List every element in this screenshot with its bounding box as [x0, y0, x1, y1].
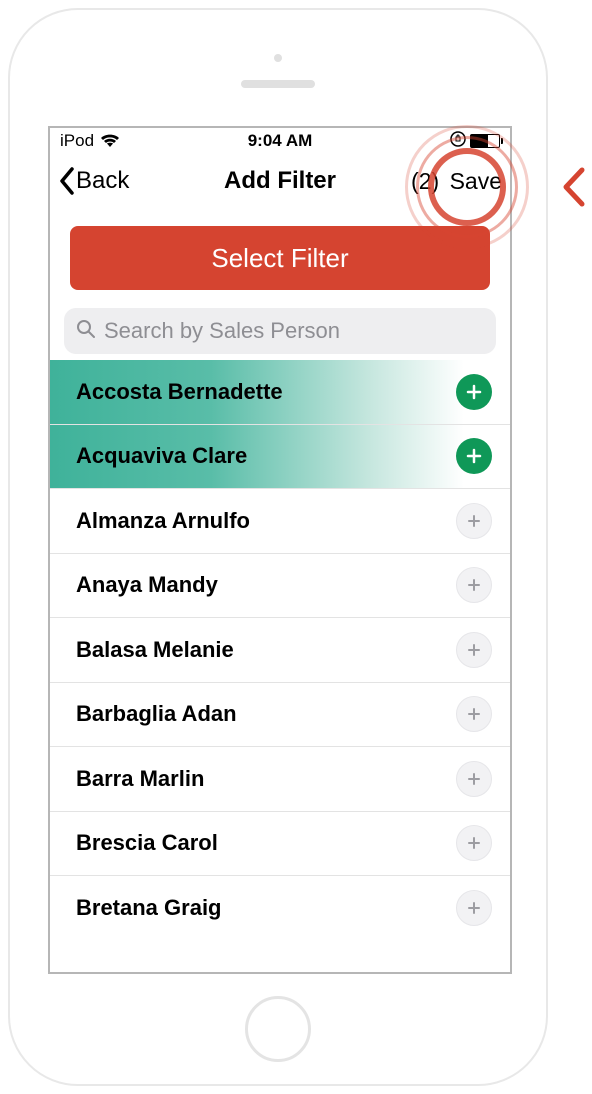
person-name: Balasa Melanie — [76, 637, 234, 663]
search-field[interactable] — [64, 308, 496, 354]
list-item[interactable]: Balasa Melanie — [50, 618, 510, 683]
battery-level — [471, 135, 488, 147]
plus-icon — [466, 835, 482, 851]
speaker-slot — [241, 80, 315, 88]
nav-bar: Back Add Filter (2) Save — [50, 154, 510, 208]
add-person-button[interactable] — [456, 761, 492, 797]
person-name: Almanza Arnulfo — [76, 508, 250, 534]
selected-count: (2) — [411, 168, 439, 195]
people-list: Accosta Bernadette Acquaviva Clare Alman… — [50, 360, 510, 941]
person-name: Acquaviva Clare — [76, 443, 247, 469]
chevron-left-icon — [58, 167, 76, 195]
page-title: Add Filter — [224, 167, 336, 195]
battery-icon — [470, 134, 500, 148]
search-icon — [76, 319, 96, 344]
list-item[interactable]: Barra Marlin — [50, 747, 510, 812]
person-name: Accosta Bernadette — [76, 379, 283, 405]
speaker-dot — [274, 54, 282, 62]
person-name: Barra Marlin — [76, 766, 204, 792]
person-name: Barbaglia Adan — [76, 701, 237, 727]
list-item[interactable]: Accosta Bernadette — [50, 360, 510, 425]
plus-icon — [466, 448, 482, 464]
plus-icon — [466, 384, 482, 400]
plus-icon — [466, 900, 482, 916]
select-filter-button[interactable]: Select Filter — [70, 226, 490, 290]
plus-icon — [466, 771, 482, 787]
add-person-button[interactable] — [456, 503, 492, 539]
person-name: Bretana Graig — [76, 895, 222, 921]
plus-icon — [466, 577, 482, 593]
plus-icon — [466, 642, 482, 658]
person-name: Anaya Mandy — [76, 572, 218, 598]
back-label: Back — [76, 167, 129, 195]
list-item[interactable]: Brescia Carol — [50, 812, 510, 877]
list-item[interactable]: Anaya Mandy — [50, 554, 510, 619]
add-person-button[interactable] — [456, 825, 492, 861]
back-button[interactable]: Back — [58, 167, 129, 195]
add-person-button[interactable] — [456, 567, 492, 603]
add-person-button[interactable] — [456, 374, 492, 410]
status-bar: iPod 9:04 AM — [50, 128, 510, 154]
device-label: iPod — [60, 131, 94, 151]
save-button[interactable]: Save — [450, 168, 502, 195]
list-item[interactable]: Bretana Graig — [50, 876, 510, 941]
status-time: 9:04 AM — [248, 131, 313, 151]
list-item[interactable]: Acquaviva Clare — [50, 425, 510, 490]
person-name: Brescia Carol — [76, 830, 218, 856]
phone-frame: iPod 9:04 AM Back Add Filter — [8, 8, 548, 1086]
app-screen: iPod 9:04 AM Back Add Filter — [48, 126, 512, 974]
add-person-button[interactable] — [456, 696, 492, 732]
orientation-lock-icon — [450, 131, 466, 152]
plus-icon — [466, 706, 482, 722]
list-item[interactable]: Almanza Arnulfo — [50, 489, 510, 554]
list-item[interactable]: Barbaglia Adan — [50, 683, 510, 748]
wifi-icon — [100, 134, 120, 148]
home-button[interactable] — [245, 996, 311, 1062]
add-person-button[interactable] — [456, 438, 492, 474]
plus-icon — [466, 513, 482, 529]
annotation-arrow-icon — [560, 166, 586, 213]
add-person-button[interactable] — [456, 632, 492, 668]
search-input[interactable] — [104, 318, 484, 344]
add-person-button[interactable] — [456, 890, 492, 926]
